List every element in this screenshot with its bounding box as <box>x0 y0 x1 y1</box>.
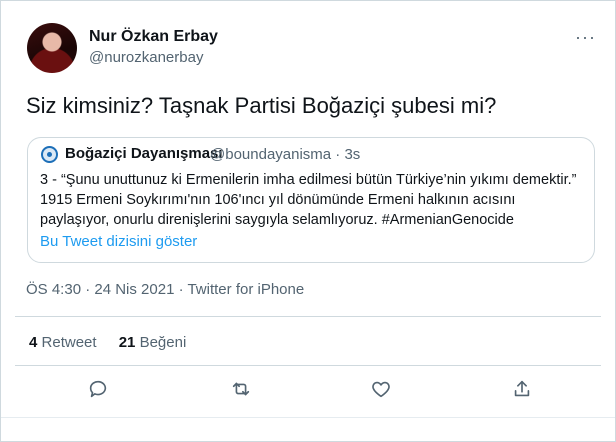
retweets-label: Retweet <box>41 334 97 351</box>
show-thread-link[interactable]: Bu Tweet dizisini göster <box>40 233 197 250</box>
reply-icon[interactable] <box>87 378 109 400</box>
likes-label: Beğeni <box>139 334 187 351</box>
likes-count: 21 <box>118 334 136 351</box>
likes-stat[interactable]: 21 Beğeni <box>119 334 187 351</box>
quoted-author-handle: @boundayanisma · 3s <box>210 146 361 163</box>
tweet-text: Siz kimsiniz? Taşnak Partisi Boğaziçi şu… <box>26 93 497 118</box>
retweet-icon[interactable] <box>230 378 252 400</box>
quoted-author-name: Boğaziçi Dayanışması <box>65 145 223 162</box>
author-avatar[interactable] <box>27 23 77 73</box>
quoted-tweet-text: 3 - “Şunu unuttunuz ki Ermenilerin imha … <box>40 172 577 228</box>
retweets-stat[interactable]: 4 Retweet <box>29 334 97 351</box>
tweet-timestamp[interactable]: ÖS 4:30 · 24 Nis 2021 · Twitter for iPho… <box>26 281 304 298</box>
quoted-avatar <box>41 146 58 163</box>
divider <box>15 316 601 317</box>
retweets-count: 4 <box>29 334 38 351</box>
tweet-card: Nur Özkan Erbay @nurozkanerbay ··· Siz k… <box>0 0 616 442</box>
quoted-tweet[interactable]: Boğaziçi Dayanışması @boundayanisma · 3s… <box>27 137 595 263</box>
more-options-icon[interactable]: ··· <box>575 27 596 48</box>
divider <box>15 365 601 366</box>
author-handle[interactable]: @nurozkanerbay <box>89 49 203 66</box>
author-name[interactable]: Nur Özkan Erbay <box>89 28 218 46</box>
engagement-stats: 4 Retweet 21 Beğeni <box>29 334 186 351</box>
like-icon[interactable] <box>370 378 392 400</box>
bottom-divider <box>1 417 615 418</box>
share-icon[interactable] <box>511 378 533 400</box>
